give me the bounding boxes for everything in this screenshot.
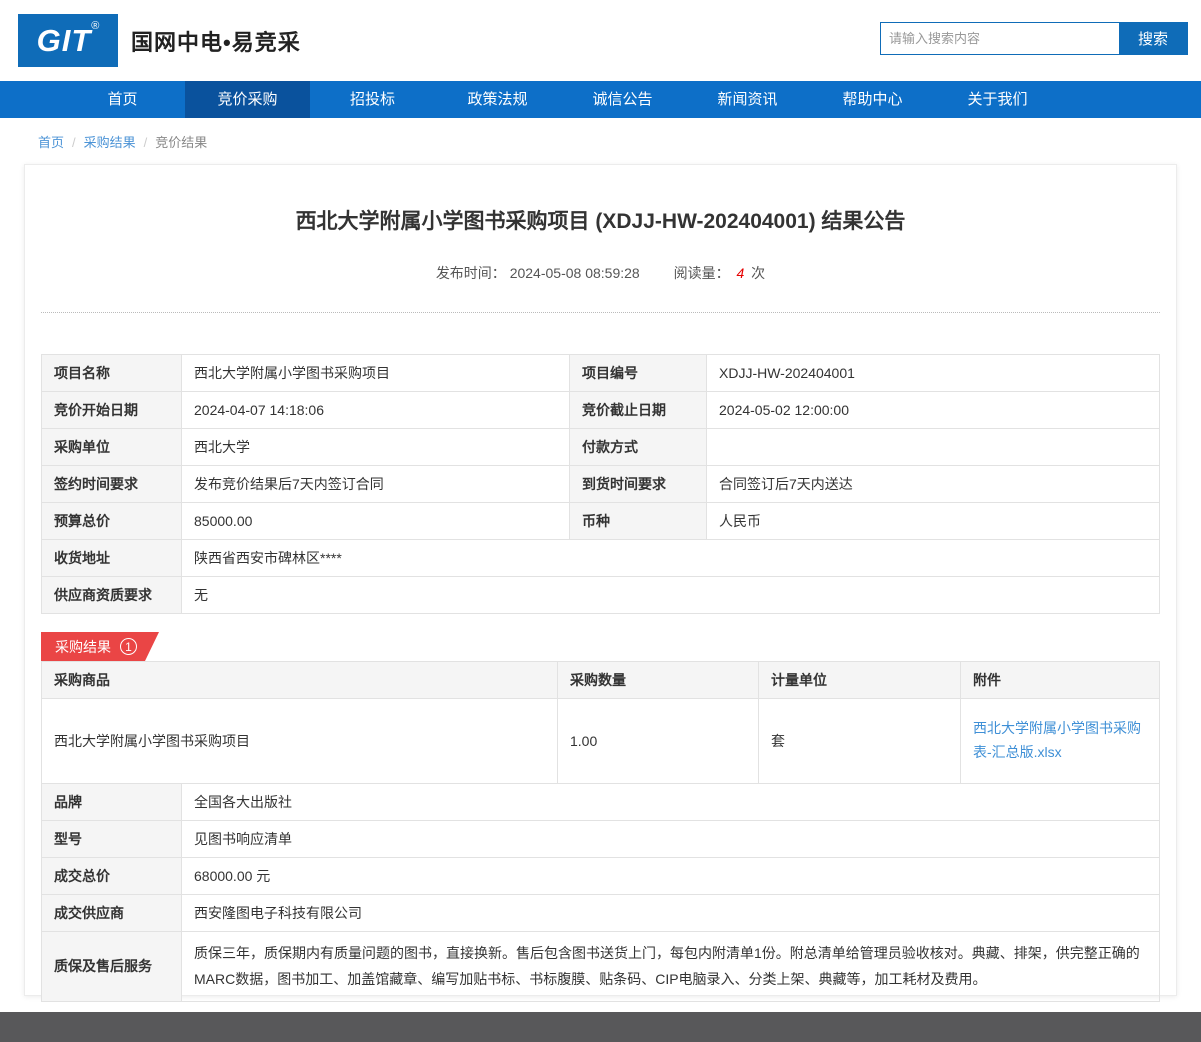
logo-text: GIT (37, 14, 92, 67)
product-name: 西北大学附属小学图书采购项目 (42, 699, 558, 784)
search-input[interactable] (881, 23, 1119, 54)
brand-title: 国网中电•易竞采 (131, 25, 301, 57)
column-header-attachment: 附件 (961, 662, 1160, 699)
breadcrumb-separator: / (72, 135, 76, 150)
budget-total-price: 85000.00 (182, 503, 570, 540)
field-label: 收货地址 (42, 540, 182, 577)
page: GIT ® 国网中电•易竞采 搜索 首页 竞价采购 招投标 政策法规 诚信公告 … (0, 0, 1201, 996)
field-value: 合同签订后7天内送达 (707, 466, 1160, 503)
registered-trademark-icon: ® (91, 20, 99, 32)
table-row: 项目名称 西北大学附属小学图书采购项目 项目编号 XDJJ-HW-2024040… (42, 355, 1160, 392)
field-value: 西北大学 (182, 429, 570, 466)
table-row: 收货地址 陕西省西安市碑林区**** (42, 540, 1160, 577)
column-header-product: 采购商品 (42, 662, 558, 699)
nav-item-home[interactable]: 首页 (60, 81, 185, 118)
announcement-card: 西北大学附属小学图书采购项目 (XDJJ-HW-202404001) 结果公告 … (24, 164, 1177, 996)
field-label: 预算总价 (42, 503, 182, 540)
search-button[interactable]: 搜索 (1119, 23, 1187, 54)
product-quantity: 1.00 (558, 699, 759, 784)
table-row: 型号 见图书响应清单 (42, 820, 1160, 857)
field-value: 2024-04-07 14:18:06 (182, 392, 570, 429)
product-row: 西北大学附属小学图书采购项目 1.00 套 西北大学附属小学图书采购表-汇总版.… (42, 699, 1160, 784)
breadcrumb-purchase-results[interactable]: 采购结果 (84, 135, 136, 150)
table-row: 竞价开始日期 2024-04-07 14:18:06 竞价截止日期 2024-0… (42, 392, 1160, 429)
badge-label: 采购结果 (55, 637, 111, 657)
result-badge: 采购结果 1 (41, 632, 159, 661)
column-header-quantity: 采购数量 (558, 662, 759, 699)
table-row: 采购单位 西北大学 付款方式 (42, 429, 1160, 466)
breadcrumb-home[interactable]: 首页 (38, 135, 64, 150)
attachment-link[interactable]: 西北大学附属小学图书采购表-汇总版.xlsx (973, 717, 1147, 765)
field-value: 无 (182, 577, 1160, 614)
column-header-unit: 计量单位 (759, 662, 961, 699)
breadcrumb-separator: / (144, 135, 148, 150)
field-label: 竞价开始日期 (42, 392, 182, 429)
nav-item-integrity-notice[interactable]: 诚信公告 (560, 81, 685, 118)
field-value: 人民币 (707, 503, 1160, 540)
field-label: 成交总价 (42, 857, 182, 894)
field-label: 竞价截止日期 (570, 392, 707, 429)
field-value (707, 429, 1160, 466)
announcement-meta: 发布时间： 2024-05-08 08:59:28 阅读量： 4 次 (41, 263, 1160, 283)
field-value: 质保三年，质保期内有质量问题的图书，直接换新。售后包含图书送货上门，每包内附清单… (182, 931, 1160, 1001)
main-nav: 首页 竞价采购 招投标 政策法规 诚信公告 新闻资讯 帮助中心 关于我们 (0, 81, 1201, 118)
table-row: 成交供应商 西安隆图电子科技有限公司 (42, 894, 1160, 931)
table-row: 签约时间要求 发布竞价结果后7天内签订合同 到货时间要求 合同签订后7天内送达 (42, 466, 1160, 503)
product-unit: 套 (759, 699, 961, 784)
publish-time-value: 2024-05-08 08:59:28 (510, 265, 640, 281)
field-value: 发布竞价结果后7天内签订合同 (182, 466, 570, 503)
field-label: 品牌 (42, 783, 182, 820)
page-title: 西北大学附属小学图书采购项目 (XDJJ-HW-202404001) 结果公告 (41, 165, 1160, 235)
field-value: 2024-05-02 12:00:00 (707, 392, 1160, 429)
field-value: 见图书响应清单 (182, 820, 1160, 857)
table-row: 质保及售后服务 质保三年，质保期内有质量问题的图书，直接换新。售后包含图书送货上… (42, 931, 1160, 1001)
breadcrumb: 首页 / 采购结果 / 竞价结果 (0, 118, 1201, 164)
views-unit: 次 (751, 265, 765, 281)
nav-item-tendering[interactable]: 招投标 (310, 81, 435, 118)
nav-item-news[interactable]: 新闻资讯 (685, 81, 810, 118)
field-label: 供应商资质要求 (42, 577, 182, 614)
badge-count: 1 (120, 638, 137, 655)
table-row: 成交总价 68000.00 元 (42, 857, 1160, 894)
field-label: 付款方式 (570, 429, 707, 466)
field-value: XDJJ-HW-202404001 (707, 355, 1160, 392)
table-row: 供应商资质要求 无 (42, 577, 1160, 614)
field-value: 西安隆图电子科技有限公司 (182, 894, 1160, 931)
table-row: 品牌 全国各大出版社 (42, 783, 1160, 820)
field-label: 项目编号 (570, 355, 707, 392)
deal-total-price: 68000.00 元 (182, 857, 1160, 894)
field-label: 成交供应商 (42, 894, 182, 931)
logo[interactable]: GIT ® (18, 14, 118, 67)
field-label: 型号 (42, 820, 182, 857)
views-label: 阅读量： (674, 265, 730, 281)
result-table: 采购商品 采购数量 计量单位 附件 西北大学附属小学图书采购项目 1.00 套 … (41, 661, 1160, 1002)
nav-item-bidding-purchase[interactable]: 竞价采购 (185, 81, 310, 118)
field-value: 全国各大出版社 (182, 783, 1160, 820)
field-value: 西北大学附属小学图书采购项目 (182, 355, 570, 392)
dotted-divider (41, 312, 1160, 313)
site-header: GIT ® 国网中电•易竞采 搜索 (0, 0, 1201, 81)
field-label: 到货时间要求 (570, 466, 707, 503)
views-count: 4 (736, 265, 744, 281)
project-info-table: 项目名称 西北大学附属小学图书采购项目 项目编号 XDJJ-HW-2024040… (41, 354, 1160, 614)
publish-time-label: 发布时间： (436, 265, 506, 281)
nav-item-policies[interactable]: 政策法规 (435, 81, 560, 118)
breadcrumb-current: 竞价结果 (155, 135, 207, 150)
table-row: 预算总价 85000.00 币种 人民币 (42, 503, 1160, 540)
field-label: 采购单位 (42, 429, 182, 466)
field-label: 质保及售后服务 (42, 931, 182, 1001)
field-label: 币种 (570, 503, 707, 540)
field-value: 陕西省西安市碑林区**** (182, 540, 1160, 577)
site-footer (0, 1012, 1201, 1042)
field-label: 签约时间要求 (42, 466, 182, 503)
search-box: 搜索 (880, 22, 1188, 55)
nav-item-help-center[interactable]: 帮助中心 (810, 81, 935, 118)
nav-item-about-us[interactable]: 关于我们 (935, 81, 1060, 118)
result-table-header-row: 采购商品 采购数量 计量单位 附件 (42, 662, 1160, 699)
field-label: 项目名称 (42, 355, 182, 392)
